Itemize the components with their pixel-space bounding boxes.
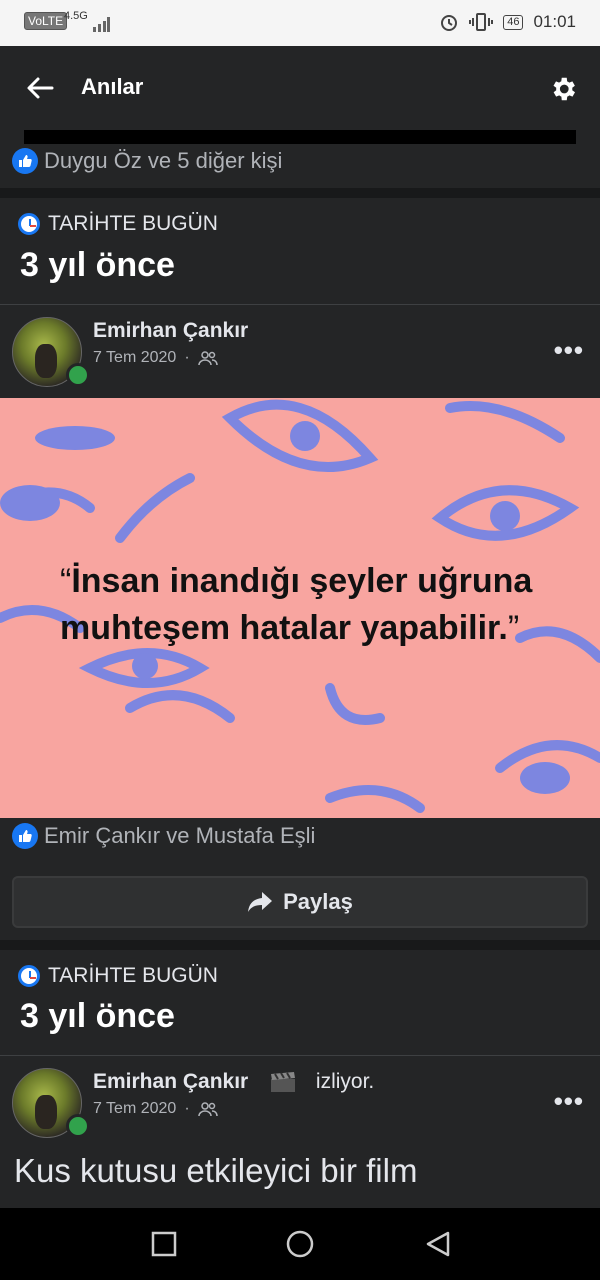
post-text: Kus kutusu etkileyici bir film — [14, 1152, 418, 1189]
system-nav-bar — [0, 1208, 600, 1280]
years-ago: 3 yıl önce — [20, 997, 175, 1035]
quote-close-mark: ” — [507, 609, 520, 647]
quote-open-mark: “ — [60, 562, 72, 600]
share-button[interactable]: Paylaş — [12, 876, 588, 928]
quote-image[interactable]: “İnsan inandığı şeyler uğruna muhteşem h… — [0, 398, 600, 818]
reactions-text: Duygu Öz ve 5 diğer kişi — [44, 148, 283, 173]
quote-text: “İnsan inandığı şeyler uğruna muhteşem h… — [60, 558, 560, 652]
volte-indicator: VoLTE — [24, 12, 68, 30]
back-arrow-icon[interactable] — [22, 70, 58, 106]
battery-icon: 46 — [503, 14, 524, 30]
vibrate-icon — [469, 13, 494, 31]
settings-gear-icon[interactable] — [548, 74, 578, 104]
post-header: Emirhan Çankır izliyor. 7 Tem 2020 · ••• — [0, 1056, 600, 1146]
online-indicator — [66, 363, 90, 387]
section-divider — [0, 940, 600, 950]
clock-time: 01:01 — [533, 12, 576, 31]
recents-icon[interactable] — [150, 1230, 178, 1258]
back-triangle-icon[interactable] — [424, 1230, 452, 1258]
page-title: Anılar — [81, 74, 144, 99]
like-icon — [12, 823, 38, 849]
post-header: Emirhan Çankır 7 Tem 2020 · ••• — [0, 305, 600, 395]
redacted-bar — [24, 130, 576, 144]
network-type: 4.5G — [64, 10, 88, 22]
clock-icon — [18, 965, 40, 987]
reactions-summary-2[interactable]: Emir Çankır ve Mustafa Eşli — [12, 823, 315, 849]
post-meta: 7 Tem 2020 · — [93, 349, 218, 367]
signal-icon — [93, 17, 110, 32]
quote-body: İnsan inandığı şeyler uğruna muhteşem ha… — [60, 562, 533, 647]
clapperboard-icon — [271, 1072, 296, 1093]
memory-label-text: TARİHTE BUGÜN — [48, 212, 218, 235]
clock-icon — [18, 213, 40, 235]
status-bar: VoLTE 4.5G 46 01:01 — [0, 0, 600, 46]
author-line: Emirhan Çankır izliyor. — [93, 1070, 374, 1094]
separator-dot: · — [184, 349, 190, 366]
more-options-icon[interactable]: ••• — [554, 1086, 584, 1117]
friends-audience-icon — [197, 1102, 218, 1117]
like-icon — [12, 148, 38, 174]
memory-label: TARİHTE BUGÜN — [18, 964, 218, 988]
post-meta: 7 Tem 2020 · — [93, 1100, 218, 1118]
author-name[interactable]: Emirhan Çankır — [93, 1070, 248, 1093]
post-date[interactable]: 7 Tem 2020 — [93, 349, 176, 367]
share-label: Paylaş — [283, 889, 353, 914]
share-arrow-icon — [248, 892, 273, 912]
home-icon[interactable] — [286, 1230, 314, 1258]
activity-text: izliyor. — [315, 1070, 375, 1093]
alarm-icon — [441, 15, 458, 31]
more-options-icon[interactable]: ••• — [554, 335, 584, 366]
separator-dot: · — [184, 1100, 190, 1117]
reactions-text: Emir Çankır ve Mustafa Eşli — [44, 823, 316, 848]
post-date[interactable]: 7 Tem 2020 — [93, 1100, 176, 1118]
friends-audience-icon — [197, 351, 218, 366]
reactions-summary[interactable]: Duygu Öz ve 5 diğer kişi — [12, 148, 282, 174]
memory-label-text: TARİHTE BUGÜN — [48, 964, 218, 987]
years-ago: 3 yıl önce — [20, 246, 175, 284]
author-name[interactable]: Emirhan Çankır — [93, 319, 248, 343]
online-indicator — [66, 1114, 90, 1138]
section-divider — [0, 188, 600, 198]
memory-label: TARİHTE BUGÜN — [18, 212, 218, 236]
app-bar: Anılar — [0, 46, 600, 130]
